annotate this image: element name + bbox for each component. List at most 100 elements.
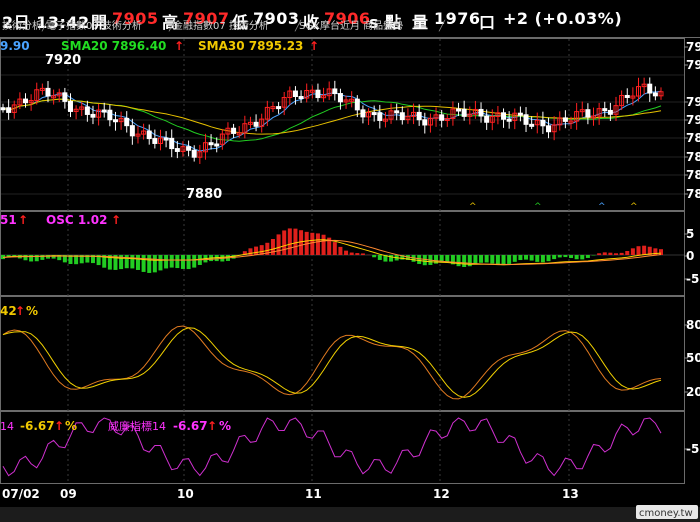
- x-label-5: 13: [562, 487, 579, 501]
- macd-line: [2, 239, 662, 265]
- wr-axis: -5: [684, 442, 699, 456]
- candle-body: [607, 109, 613, 115]
- macd-bar: [124, 255, 129, 269]
- candle-body: [399, 112, 405, 121]
- signal-marker: ^: [534, 202, 542, 212]
- candle-body: [22, 98, 28, 104]
- x-label-1: 09: [60, 487, 77, 501]
- candle-body: [169, 137, 175, 150]
- tick-label-2: 79: [686, 95, 700, 109]
- candle-body: [112, 119, 118, 123]
- candle-body: [152, 138, 158, 144]
- macd-bar: [540, 255, 545, 263]
- candle-body: [337, 93, 343, 103]
- tab-4[interactable]: SGX摩台近月 商品盤勢: [299, 19, 403, 32]
- tab-separator: ╱: [168, 19, 176, 32]
- x-label-2: 10: [177, 487, 194, 501]
- wr-left-value: -6.67: [20, 419, 55, 433]
- macd-bar: [147, 255, 152, 273]
- candle-body: [315, 89, 321, 99]
- macd-bar: [164, 255, 169, 269]
- candle-body: [478, 108, 484, 117]
- watermark-text: cmoney.tw: [639, 508, 693, 519]
- macd-bar: [529, 255, 534, 261]
- candle-body: [652, 92, 658, 97]
- macd-bar: [180, 255, 185, 269]
- candle-body: [186, 146, 192, 151]
- tick-label-0: 5: [686, 227, 694, 241]
- tab-separator: ╱: [294, 19, 302, 32]
- macd-bar: [636, 246, 641, 255]
- candle-body: [439, 114, 445, 121]
- macd-bar: [546, 255, 551, 262]
- signal-marker: ^: [630, 202, 638, 212]
- macd-bar: [535, 255, 540, 262]
- status-strip: [0, 507, 700, 522]
- candle-body: [84, 106, 90, 115]
- candle-body: [208, 142, 214, 146]
- candle-body: [6, 107, 12, 113]
- macd-bar: [490, 255, 495, 264]
- signal-marker: ^: [469, 202, 477, 212]
- candle-body: [422, 119, 428, 126]
- macd-bar: [152, 255, 157, 273]
- macd-bar: [507, 255, 512, 264]
- wr-value: -6.67: [173, 419, 208, 433]
- candlesticks[interactable]: [0, 77, 664, 164]
- tab-1[interactable]: 技術分析: [2, 19, 42, 32]
- macd-histogram: [1, 228, 684, 273]
- kd-up-arrow: ↑: [15, 304, 25, 318]
- macd-bar: [355, 253, 360, 255]
- macd-bar: [321, 234, 326, 255]
- sma30-line: [2, 98, 662, 135]
- macd-bar: [344, 250, 349, 255]
- analysis-tabs[interactable]: 技術分析 電子指數07 技術分析 金融指數07 技術分析 SGX摩台近月 商品盤勢╱ ╱…: [2, 19, 446, 32]
- macd-bar: [552, 255, 557, 260]
- candle-body: [484, 115, 490, 123]
- macd-bar: [254, 246, 259, 255]
- macd-bar: [23, 255, 28, 261]
- candle-body: [45, 87, 51, 97]
- macd-bar: [192, 255, 197, 268]
- candle-body: [585, 109, 591, 118]
- osc-up-arrow: ↑: [111, 213, 121, 227]
- candle-body: [146, 130, 152, 140]
- wr-pct: %: [219, 419, 231, 433]
- macd-bar: [135, 255, 140, 270]
- tab-3[interactable]: 金融指數07 技術分析: [173, 19, 269, 32]
- tab-2[interactable]: 電子指數07 技術分析: [46, 19, 142, 32]
- candle-body: [276, 106, 282, 110]
- macd-bar: [293, 228, 298, 255]
- k-line: [2, 325, 662, 400]
- candle-body: [394, 110, 400, 114]
- candle-body: [0, 107, 6, 111]
- candle-body: [90, 113, 96, 118]
- tab-separator: ╱: [41, 19, 49, 32]
- candle-body: [332, 88, 338, 95]
- tick-label-4: 78: [686, 131, 700, 145]
- wr-legend: 14 -6.67 ↑ % 威廉指標14 -6.67 ↑ %: [0, 419, 231, 433]
- macd-bar: [608, 252, 613, 255]
- dif-line: [2, 239, 662, 266]
- tick-label-2: -5: [686, 272, 699, 286]
- macd-legend: 51 ↑ OSC 1.02 ↑: [0, 213, 121, 227]
- macd-partial-label: 51: [0, 213, 17, 227]
- macd-bar: [287, 228, 292, 255]
- sma30-up-arrow: ↑: [309, 39, 319, 53]
- tick-label-3: 79: [686, 113, 700, 127]
- wr-partial-label: 14: [0, 420, 14, 433]
- macd-bar: [158, 255, 163, 271]
- kd-lines: [2, 325, 662, 400]
- technical-chart[interactable]: 技術分析 電子指數07 技術分析 金融指數07 技術分析 SGX摩台近月 商品盤勢╱ ╱…: [0, 0, 700, 522]
- candle-body: [298, 96, 304, 100]
- macd-bar: [338, 246, 343, 255]
- macd-bar: [332, 242, 337, 255]
- candle-body: [562, 117, 568, 122]
- kd-legend: 42 ↑ %: [0, 304, 38, 318]
- macd-bar: [299, 230, 304, 255]
- wr-left-pct: %: [65, 419, 77, 433]
- candle-body: [360, 109, 366, 118]
- macd-bar: [276, 234, 281, 255]
- candle-body: [124, 117, 130, 127]
- macd-bar: [614, 253, 619, 255]
